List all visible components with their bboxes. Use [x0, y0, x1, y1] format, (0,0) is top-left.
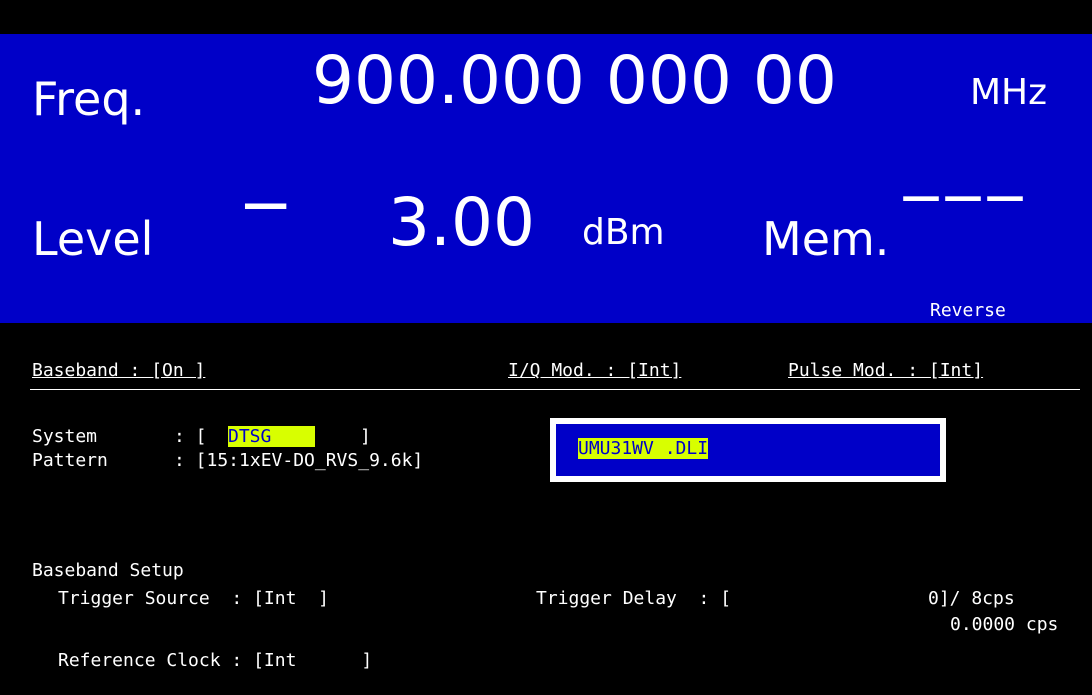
iq-mod-status[interactable]: I/Q Mod. : [Int]: [508, 360, 681, 381]
popup-selected-file[interactable]: UMU31WV .DLI: [578, 438, 709, 459]
pulse-mod-status[interactable]: Pulse Mod. : [Int]: [788, 360, 983, 381]
trigger-delay-cps: 0.0000 cps: [950, 614, 1059, 635]
freq-value[interactable]: 900.000 000 00: [312, 42, 837, 119]
trigger-delay-label[interactable]: Trigger Delay : [: [536, 588, 731, 609]
mem-value[interactable]: ‒‒‒: [900, 156, 1026, 233]
file-select-popup[interactable]: UMU31WV .DLI: [550, 418, 946, 482]
system-label: System: [32, 426, 98, 447]
frequency-level-panel: Freq. 900.000 000 00 MHz Level − 3.00 dB…: [0, 34, 1092, 323]
baseband-setup-title: Baseband Setup: [32, 560, 184, 581]
freq-label: Freq.: [32, 72, 146, 126]
trigger-source[interactable]: Trigger Source : [Int ]: [58, 588, 329, 609]
header-divider: [30, 389, 1080, 390]
baseband-status[interactable]: Baseband : [On ]: [32, 360, 205, 381]
system-value[interactable]: DTSG: [228, 426, 315, 447]
reference-clock[interactable]: Reference Clock : [Int ]: [58, 650, 372, 671]
mem-label: Mem.: [762, 212, 890, 266]
level-unit: dBm: [582, 212, 665, 253]
mode-text: Reverse: [930, 300, 1006, 321]
level-value[interactable]: 3.00: [388, 184, 535, 261]
level-label: Level: [32, 212, 154, 266]
pattern-label: Pattern: [32, 450, 108, 471]
file-select-list[interactable]: UMU31WV .DLI: [556, 424, 940, 476]
pattern-value[interactable]: : [15:1xEV-DO_RVS_9.6k]: [174, 450, 423, 471]
system-bracket-open: : [: [174, 426, 207, 447]
level-sign: −: [238, 166, 294, 243]
freq-unit: MHz: [970, 72, 1048, 113]
top-strip: [0, 0, 1092, 34]
system-bracket-close: ]: [360, 426, 371, 447]
trigger-delay-value[interactable]: 0]/ 8cps: [928, 588, 1015, 609]
